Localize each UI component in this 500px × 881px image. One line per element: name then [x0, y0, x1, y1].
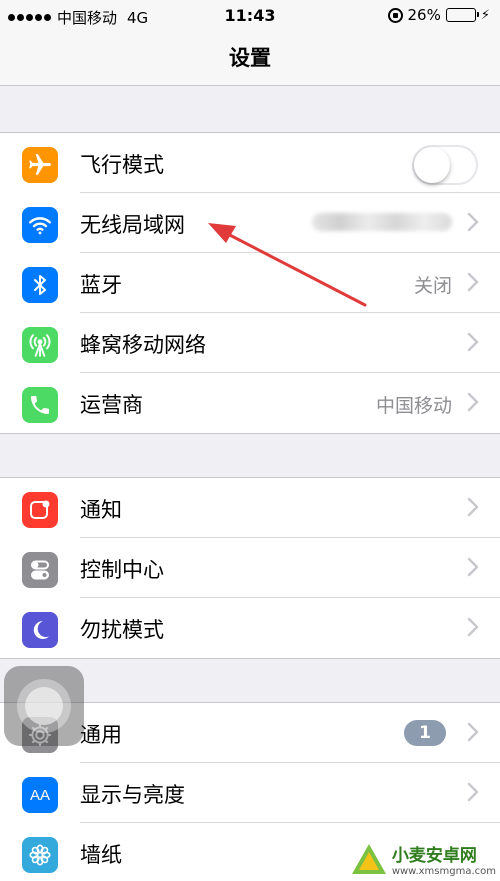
airplane-mode-toggle[interactable] [412, 145, 478, 185]
rotation-lock-icon [387, 7, 403, 23]
assistive-touch-button[interactable] [4, 666, 84, 746]
navigation-bar: 设置 [0, 32, 500, 86]
settings-row-display-brightness[interactable]: AA 显示与亮度 [0, 763, 500, 823]
row-label: 飞行模式 [80, 153, 164, 177]
update-count-badge: 1 [404, 720, 446, 746]
wifi-icon [22, 207, 58, 243]
text-size-icon: AA [22, 777, 58, 813]
control-center-icon [22, 552, 58, 588]
bluetooth-icon [22, 267, 58, 303]
cellular-antenna-icon [22, 327, 58, 363]
row-label: 蜂窝移动网络 [80, 333, 206, 357]
watermark-text: 小麦安卓网 [391, 846, 477, 866]
row-label: 蓝牙 [80, 273, 122, 297]
settings-row-wifi[interactable]: 无线局域网 [0, 193, 500, 253]
row-label: 运营商 [80, 393, 143, 417]
airplane-icon [22, 147, 58, 183]
settings-row-bluetooth[interactable]: 蓝牙 关闭 [0, 253, 500, 313]
watermark-url: www.xmsmgma.com [391, 866, 496, 877]
settings-row-airplane-mode: 飞行模式 [0, 133, 500, 193]
row-value: 中国移动 [375, 395, 452, 417]
battery-percent: 26% [407, 6, 441, 24]
watermark: 小麦安卓网 www.xmsmgma.com [350, 841, 496, 877]
row-value: 关闭 [413, 275, 452, 297]
row-label: 勿扰模式 [80, 618, 164, 642]
chevron-right-icon [467, 332, 479, 352]
settings-row-notifications[interactable]: 通知 [0, 478, 500, 538]
charging-bolt-icon: ⚡ [480, 7, 490, 23]
row-label: 显示与亮度 [80, 783, 185, 807]
chevron-right-icon [467, 497, 479, 517]
notifications-icon [22, 492, 58, 528]
row-label: 墙纸 [80, 843, 122, 867]
row-label: 通知 [80, 498, 122, 522]
row-label: 通用 [80, 723, 122, 747]
wifi-network-name-blurred [312, 213, 452, 231]
chevron-right-icon [467, 722, 479, 742]
row-label: 控制中心 [80, 558, 164, 582]
settings-row-carrier[interactable]: 运营商 中国移动 [0, 373, 500, 433]
settings-row-cellular[interactable]: 蜂窝移动网络 [0, 313, 500, 373]
settings-group-connectivity: 飞行模式 无线局域网 蓝牙 关闭 蜂窝移动网络 运营商 中国移动 [0, 132, 500, 434]
chevron-right-icon [467, 212, 479, 232]
flower-icon [22, 837, 58, 873]
settings-row-do-not-disturb[interactable]: 勿扰模式 [0, 598, 500, 658]
watermark-logo-icon [351, 844, 386, 874]
battery-icon [445, 8, 479, 22]
status-bar: 中国移动 4G 11:43 26% ⚡ [0, 0, 500, 32]
phone-icon [22, 387, 58, 423]
chevron-right-icon [467, 272, 479, 292]
chevron-right-icon [467, 782, 479, 802]
status-right: 26% ⚡ [387, 6, 490, 24]
chevron-right-icon [467, 617, 479, 637]
settings-group-notifications: 通知 控制中心 勿扰模式 [0, 477, 500, 659]
row-label: 无线局域网 [80, 213, 185, 237]
page-title: 设置 [229, 46, 271, 70]
chevron-right-icon [467, 557, 479, 577]
chevron-right-icon [467, 392, 479, 412]
moon-icon [22, 612, 58, 648]
settings-row-control-center[interactable]: 控制中心 [0, 538, 500, 598]
toggle-knob [414, 147, 450, 183]
